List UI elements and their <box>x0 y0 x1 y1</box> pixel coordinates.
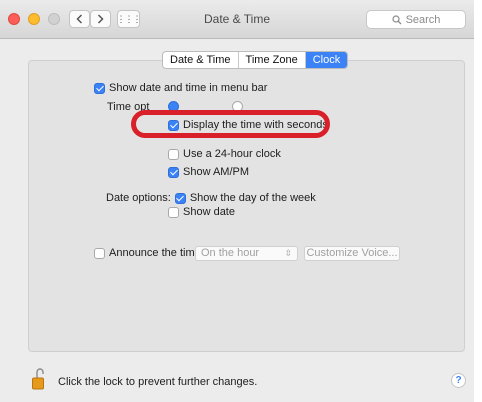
unlocked-padlock-icon[interactable] <box>32 368 44 390</box>
settings-panel <box>28 60 465 352</box>
background-strip <box>474 0 482 402</box>
show-date-label: Show date <box>183 206 235 218</box>
chevron-left-icon <box>76 14 83 24</box>
search-icon <box>391 14 402 24</box>
date-options-row: Date options: Show the day of the week <box>106 192 316 204</box>
use-24-hour-checkbox[interactable] <box>168 148 179 160</box>
announce-interval-select[interactable]: On the hour ⇳ <box>195 246 298 261</box>
chevron-right-icon <box>97 14 104 24</box>
title-bar: ⋮⋮⋮ Date & Time Search <box>0 0 474 39</box>
use-24-hour-label: Use a 24-hour clock <box>183 148 281 160</box>
announce-row: Announce the time: <box>94 247 204 259</box>
lock-text: Click the lock to prevent further change… <box>58 376 258 388</box>
show-date-checkbox[interactable] <box>168 206 179 218</box>
show-in-menu-bar-label: Show date and time in menu bar <box>109 82 268 94</box>
date-options-label: Date options: <box>106 192 171 204</box>
show-day-of-week-label: Show the day of the week <box>189 192 316 204</box>
announce-checkbox[interactable] <box>94 247 105 259</box>
select-arrows-icon: ⇳ <box>284 248 292 258</box>
tab-clock[interactable]: Clock <box>305 52 348 68</box>
forward-button[interactable] <box>90 10 111 28</box>
show-date-row: Show date <box>168 206 235 218</box>
tab-date-time[interactable]: Date & Time <box>163 52 239 68</box>
preferences-window: ⋮⋮⋮ Date & Time Search Date & Time Time … <box>0 0 474 402</box>
highlight-ring <box>131 110 330 138</box>
show-am-pm-label: Show AM/PM <box>183 166 250 178</box>
show-in-menu-bar-row: Show date and time in menu bar <box>94 82 267 94</box>
tab-time-zone[interactable]: Time Zone <box>239 52 306 68</box>
tab-bar: Date & Time Time Zone Clock <box>162 51 349 69</box>
show-all-button[interactable]: ⋮⋮⋮ <box>116 10 142 28</box>
show-am-pm-checkbox[interactable] <box>168 166 179 178</box>
close-window-button[interactable] <box>8 13 20 25</box>
show-am-pm-row: Show AM/PM <box>168 166 249 178</box>
announce-interval-value: On the hour <box>201 247 260 259</box>
customize-voice-button[interactable]: Customize Voice... <box>304 246 400 261</box>
use-24-hour-row: Use a 24-hour clock <box>168 148 281 160</box>
back-button[interactable] <box>69 10 90 28</box>
lock-text-row: Click the lock to prevent further change… <box>58 376 257 388</box>
grid-icon: ⋮⋮⋮ <box>116 13 142 24</box>
show-day-of-week-checkbox[interactable] <box>174 192 186 204</box>
help-button[interactable]: ? <box>451 373 466 388</box>
search-field[interactable]: Search <box>366 10 466 29</box>
show-in-menu-bar-checkbox[interactable] <box>94 82 105 94</box>
zoom-window-button[interactable] <box>48 13 60 25</box>
announce-label: Announce the time: <box>109 247 204 259</box>
search-placeholder: Search <box>405 13 441 26</box>
minimize-window-button[interactable] <box>28 13 40 25</box>
